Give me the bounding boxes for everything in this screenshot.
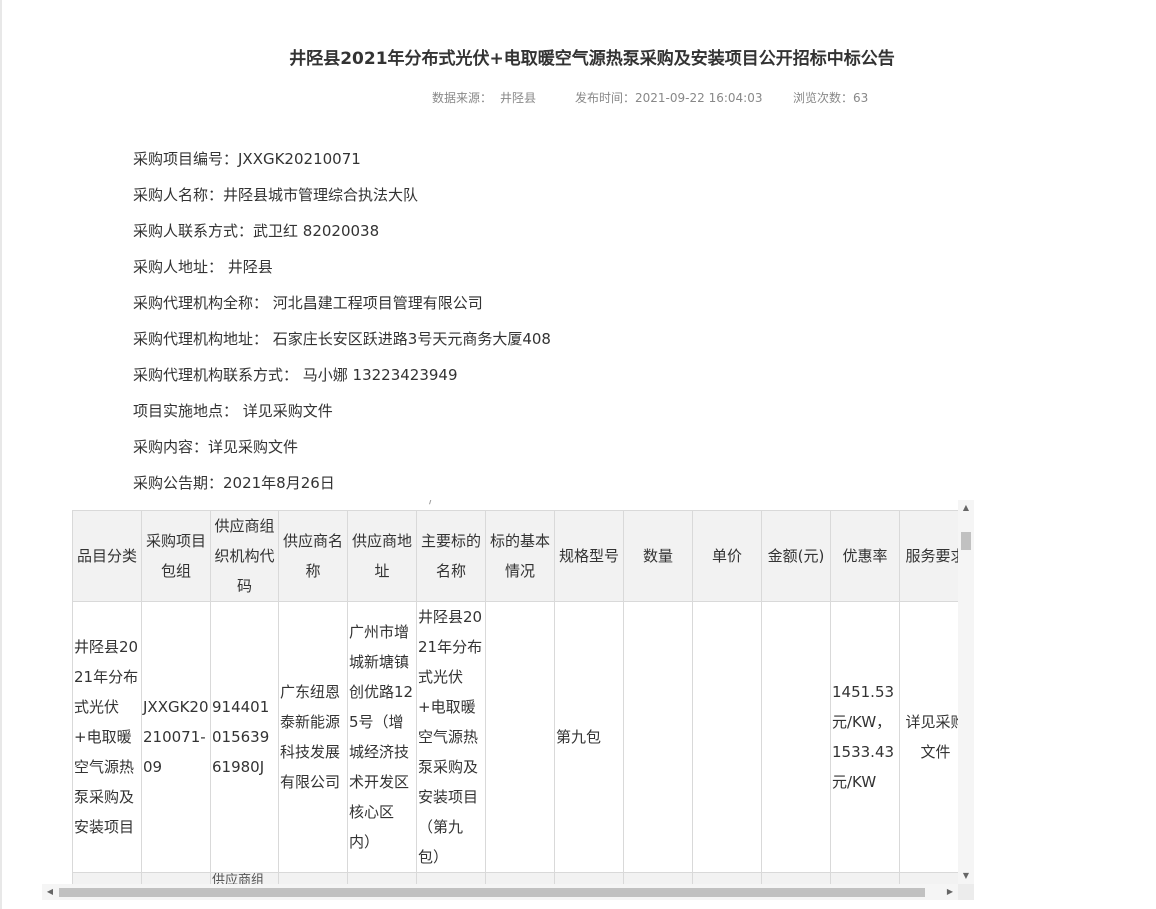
result-table: 品目分类 采购项目包组 供应商组织机构代码 供应商名称 供应商地址 主要标的名称…: [72, 510, 958, 884]
cell-partial-text: 供应商组: [210, 872, 279, 884]
header-unit-price: 单价: [692, 510, 762, 602]
scroll-up-arrow-icon[interactable]: ▲: [958, 500, 974, 516]
scrollbar-corner: [958, 884, 974, 900]
header-main-item: 主要标的名称: [416, 510, 486, 602]
table-row: 井陉县2021年分布式光伏+电取暖空气源热泵采购及安装项目 JXXGK20210…: [72, 601, 958, 873]
cell-item-basics: [485, 601, 555, 873]
field-agency-name: 采购代理机构全称： 河北昌建工程项目管理有限公司: [133, 294, 483, 312]
field-announcement-date: 采购公告期：2021年8月26日: [133, 474, 335, 492]
meta-publish-time: 发布时间：2021-09-22 16:04:03: [575, 89, 762, 106]
table-row-partial: 供应商组: [72, 872, 958, 884]
header-category: 品目分类: [72, 510, 142, 602]
meta-source-value: 井陉县: [500, 91, 537, 105]
meta-views-label: 浏览次数：: [793, 91, 854, 105]
cell-discount-rate: 1451.53元/KW，1533.43元/KW: [830, 601, 900, 873]
cell-amount: [761, 601, 831, 873]
cut-row: /: [72, 500, 958, 510]
page-title: 井陉县2021年分布式光伏+电取暖空气源热泵采购及安装项目公开招标中标公告: [289, 49, 895, 69]
header-quantity: 数量: [623, 510, 693, 602]
horizontal-scrollbar[interactable]: ◀ ▶: [42, 884, 958, 900]
horizontal-scroll-thumb[interactable]: [59, 888, 925, 897]
scroll-down-arrow-icon[interactable]: ▼: [958, 868, 974, 884]
header-package: 采购项目包组: [141, 510, 211, 602]
header-spec: 规格型号: [554, 510, 624, 602]
field-agency-address: 采购代理机构地址： 石家庄长安区跃进路3号天元商务大厦408: [133, 330, 551, 348]
meta-publish-value: 2021-09-22 16:04:03: [635, 91, 763, 105]
cell-supplier-name: 广东纽恩泰新能源科技发展有限公司: [278, 601, 348, 873]
field-agency-contact: 采购代理机构联系方式： 马小娜 13223423949: [133, 366, 458, 384]
vertical-scrollbar[interactable]: ▲ ▼: [958, 500, 974, 884]
header-item-basics: 标的基本情况: [485, 510, 555, 602]
result-table-inner: / 品目分类 采购项目包组 供应商组织机构代码 供应商名称 供应商地址: [72, 500, 958, 884]
field-purchaser-name: 采购人名称：井陉县城市管理综合执法大队: [133, 186, 419, 204]
result-table-viewport: / 品目分类 采购项目包组 供应商组织机构代码 供应商名称 供应商地址: [42, 500, 958, 884]
cell-package: JXXGK20210071-09: [141, 601, 211, 873]
cell-spec: 第九包: [554, 601, 624, 873]
header-supplier-name: 供应商名称: [278, 510, 348, 602]
cell-unit-price: [692, 601, 762, 873]
cell-quantity: [623, 601, 693, 873]
meta-publish-label: 发布时间：: [575, 91, 636, 105]
left-border: [0, 0, 2, 909]
meta-views-value: 63: [853, 91, 869, 105]
field-project-number: 采购项目编号：JXXGK20210071: [133, 150, 361, 168]
scroll-left-arrow-icon[interactable]: ◀: [42, 884, 58, 900]
table-header-row: 品目分类 采购项目包组 供应商组织机构代码 供应商名称 供应商地址 主要标的名称…: [72, 510, 958, 602]
field-purchaser-address: 采购人地址： 井陉县: [133, 258, 273, 276]
cut-glyph: /: [429, 500, 433, 506]
header-service-req: 服务要求: [899, 510, 958, 602]
cell-org-code: 91440101563961980J: [210, 601, 279, 873]
vertical-scroll-thumb[interactable]: [961, 532, 971, 550]
scroll-right-arrow-icon[interactable]: ▶: [942, 884, 958, 900]
field-implementation-location: 项目实施地点： 详见采购文件: [133, 402, 333, 420]
cell-main-item: 井陉县2021年分布式光伏+电取暖空气源热泵采购及安装项目（第九包）: [416, 601, 486, 873]
cell-supplier-address: 广州市增城新塘镇创优路125号（增城经济技术开发区核心区内）: [347, 601, 417, 873]
header-amount: 金额(元): [761, 510, 831, 602]
header-discount-rate: 优惠率: [830, 510, 900, 602]
cell-service-req: 详见采购文件: [899, 601, 958, 873]
meta-views: 浏览次数：63: [793, 89, 868, 106]
field-procurement-content: 采购内容：详见采购文件: [133, 438, 299, 456]
header-org-code: 供应商组织机构代码: [210, 510, 279, 602]
result-table-container[interactable]: / 品目分类 采购项目包组 供应商组织机构代码 供应商名称 供应商地址: [42, 500, 974, 900]
header-supplier-address: 供应商地址: [347, 510, 417, 602]
field-purchaser-contact: 采购人联系方式：武卫红 82020038: [133, 222, 380, 240]
meta-source-label: 数据来源：: [432, 91, 493, 105]
meta-source: 数据来源： 井陉县: [432, 89, 536, 106]
cell-category: 井陉县2021年分布式光伏+电取暖空气源热泵采购及安装项目: [72, 601, 142, 873]
